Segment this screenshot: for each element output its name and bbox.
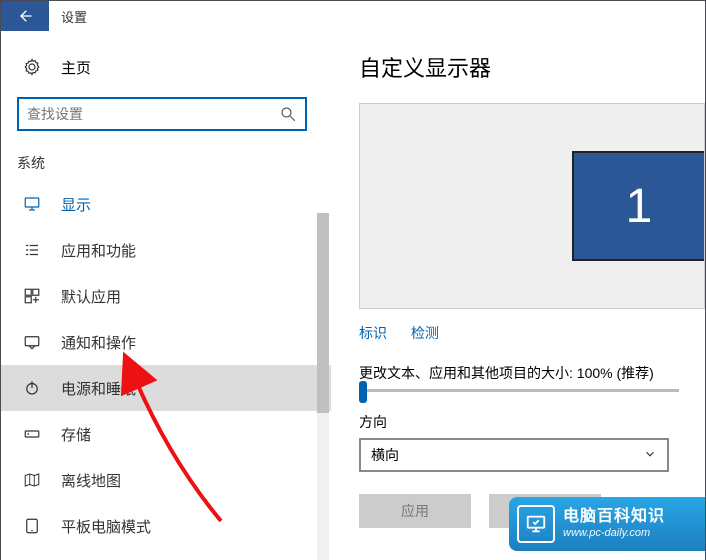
sidebar-item-power-sleep[interactable]: 电源和睡眠 — [1, 365, 331, 411]
sidebar-item-label: 通知和操作 — [61, 332, 136, 353]
power-icon — [21, 379, 43, 397]
sidebar-item-offline-maps[interactable]: 离线地图 — [1, 457, 331, 503]
monitor-number: 1 — [626, 179, 653, 234]
sidebar-item-label: 应用和功能 — [61, 240, 136, 261]
scale-slider[interactable] — [359, 389, 679, 392]
orientation-label: 方向 — [331, 392, 705, 438]
arrow-left-icon — [17, 8, 33, 24]
sidebar-item-storage[interactable]: 存储 — [1, 411, 331, 457]
notifications-icon — [21, 333, 43, 351]
slider-thumb[interactable] — [359, 381, 367, 403]
gear-icon — [21, 58, 43, 76]
watermark-title: 电脑百科知识 — [563, 508, 665, 526]
search-input[interactable] — [27, 106, 279, 122]
sidebar-item-tablet-mode[interactable]: 平板电脑模式 — [1, 503, 331, 549]
sidebar-item-apps[interactable]: 应用和功能 — [1, 227, 331, 273]
sidebar-item-label: 离线地图 — [61, 470, 121, 491]
window-title: 设置 — [49, 7, 87, 26]
orientation-select[interactable]: 横向 — [359, 438, 669, 472]
default-apps-icon — [21, 287, 43, 305]
sidebar-item-label: 电源和睡眠 — [61, 378, 136, 399]
display-links-row: 标识 检测 — [331, 309, 705, 343]
watermark-monitor-icon — [517, 505, 555, 543]
sidebar-item-label: 平板电脑模式 — [61, 516, 151, 537]
sidebar-home[interactable]: 主页 — [1, 45, 331, 89]
monitor-tile-1[interactable]: 1 — [572, 151, 705, 261]
sidebar-item-label: 默认应用 — [61, 286, 121, 307]
sidebar-item-default-apps[interactable]: 默认应用 — [1, 273, 331, 319]
sidebar-item-display[interactable]: 显示 — [1, 181, 331, 227]
watermark: 电脑百科知识 www.pc-daily.com — [509, 497, 705, 551]
identify-link[interactable]: 标识 — [359, 325, 387, 341]
back-button[interactable] — [1, 1, 49, 31]
monitor-icon — [21, 195, 43, 213]
chevron-down-icon — [643, 447, 657, 464]
detect-link[interactable]: 检测 — [411, 325, 439, 341]
watermark-url: www.pc-daily.com — [563, 527, 665, 540]
sidebar-item-multitasking[interactable]: 多任务 — [1, 549, 331, 560]
sidebar-scrollbar[interactable] — [317, 213, 329, 560]
orientation-value: 横向 — [371, 445, 399, 465]
sidebar-item-label: 显示 — [61, 194, 91, 215]
storage-icon — [21, 425, 43, 443]
display-preview[interactable]: 1 — [359, 103, 705, 309]
page-title: 自定义显示器 — [331, 51, 705, 83]
search-input-wrap[interactable] — [17, 97, 307, 131]
sidebar-scroll-thumb[interactable] — [317, 213, 329, 413]
content-pane: 自定义显示器 1 标识 检测 更改文本、应用和其他项目的大小: 100% (推荐… — [331, 31, 705, 560]
sidebar-item-label: 存储 — [61, 424, 91, 445]
apply-button[interactable]: 应用 — [359, 494, 471, 528]
search-icon — [279, 105, 297, 123]
sidebar-home-label: 主页 — [61, 57, 91, 78]
sidebar-section-label: 系统 — [1, 131, 331, 181]
sidebar: 主页 系统 显示 — [1, 31, 331, 560]
apps-list-icon — [21, 241, 43, 259]
map-icon — [21, 471, 43, 489]
tablet-icon — [21, 517, 43, 535]
nav-list: 显示 应用和功能 默认应用 — [1, 181, 331, 560]
sidebar-item-notifications[interactable]: 通知和操作 — [1, 319, 331, 365]
titlebar: 设置 — [1, 1, 705, 31]
scale-label: 更改文本、应用和其他项目的大小: 100% (推荐) — [331, 343, 705, 389]
